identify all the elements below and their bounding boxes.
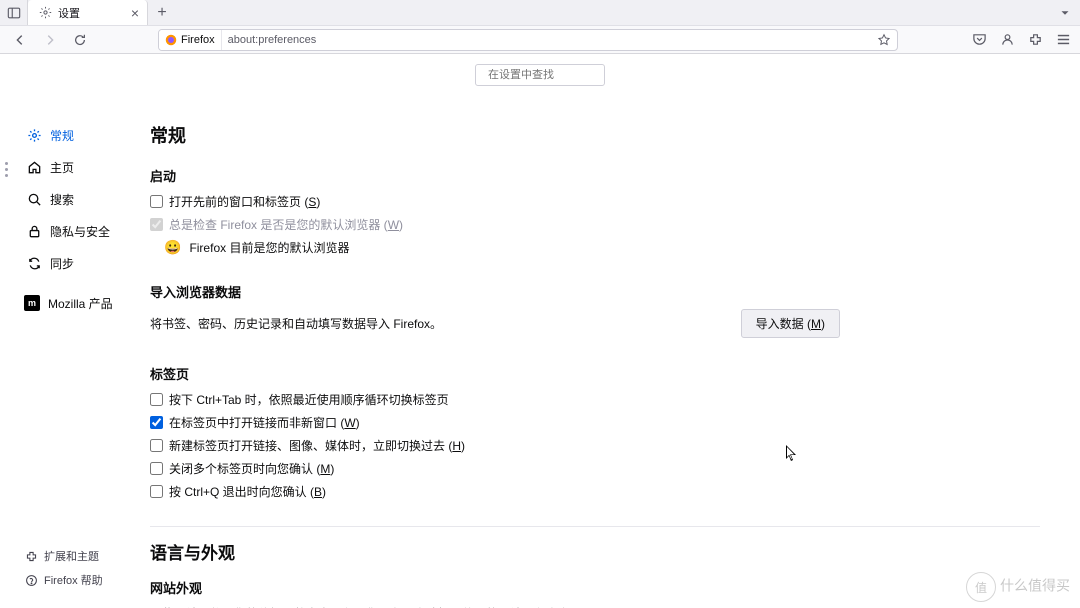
sidebar-item-privacy[interactable]: 隐私与安全 <box>24 218 150 244</box>
tab-bar: 设置 × + <box>0 0 1080 25</box>
preferences-content: 常规 启动 打开先前的窗口和标签页 (S) 总是检查 Firefox 是否是您的… <box>150 92 1080 608</box>
restore-session-checkbox[interactable]: 打开先前的窗口和标签页 (S) <box>150 193 1040 210</box>
list-tabs-button[interactable] <box>1058 6 1080 20</box>
account-icon[interactable] <box>998 31 1016 49</box>
tab-title: 设置 <box>58 5 80 21</box>
help-icon <box>24 573 38 587</box>
gear-icon <box>26 127 42 143</box>
preferences-viewport: 常规 主页 搜索 隐私与安全 <box>0 54 1080 608</box>
ctrl-tab-checkbox[interactable]: 按下 Ctrl+Tab 时，依照最近使用顺序循环切换标签页 <box>150 391 1040 408</box>
section-title: 导入浏览器数据 <box>150 282 1040 301</box>
sidebar-item-label: 常规 <box>50 127 74 144</box>
confirm-quit-checkbox[interactable]: 按 Ctrl+Q 退出时向您确认 (B) <box>150 483 1040 500</box>
sidebar-item-sync[interactable]: 同步 <box>24 250 150 276</box>
identity-label: Firefox <box>181 34 215 46</box>
switch-immediately-checkbox[interactable]: 新建标签页打开链接、图像、媒体时，立即切换过去 (H) <box>150 437 1040 454</box>
new-tab-button[interactable]: + <box>148 4 176 22</box>
section-heading: 语言与外观 <box>150 539 1040 564</box>
sidebar-item-label: 隐私与安全 <box>50 223 110 240</box>
sidebar-toggle-button[interactable] <box>0 0 28 25</box>
sidebar-item-home[interactable]: 主页 <box>24 154 150 180</box>
section-title: 启动 <box>150 166 1040 185</box>
lock-icon <box>26 223 42 239</box>
nav-toolbar: Firefox about:preferences <box>0 25 1080 53</box>
page-title: 常规 <box>150 122 1040 148</box>
sidebar-help-link[interactable]: Firefox 帮助 <box>24 572 103 588</box>
tab-settings[interactable]: 设置 × <box>28 0 148 25</box>
sidebar-item-label: Mozilla 产品 <box>48 295 113 312</box>
sidebar-item-search[interactable]: 搜索 <box>24 186 150 212</box>
home-icon <box>26 159 42 175</box>
app-menu-icon[interactable] <box>1054 31 1072 49</box>
section-title: 标签页 <box>150 364 1040 383</box>
smile-icon: 😀 <box>164 239 181 256</box>
default-browser-status: 😀 Firefox 目前是您的默认浏览器 <box>164 239 1040 256</box>
back-button[interactable] <box>8 28 32 52</box>
gear-icon <box>38 6 52 20</box>
sidebar-footer: 扩展和主题 Firefox 帮助 <box>24 548 103 588</box>
settings-search[interactable] <box>475 64 605 86</box>
sidebar-item-label: 主页 <box>50 159 74 176</box>
tabs-block: 标签页 按下 Ctrl+Tab 时，依照最近使用顺序循环切换标签页 在标签页中打… <box>150 364 1040 500</box>
import-block: 导入浏览器数据 将书签、密码、历史记录和自动填写数据导入 Firefox。 导入… <box>150 282 1040 338</box>
import-data-button[interactable]: 导入数据 (M) <box>741 309 840 338</box>
extensions-icon[interactable] <box>1026 31 1044 49</box>
puzzle-icon <box>24 549 38 563</box>
reload-button[interactable] <box>68 28 92 52</box>
close-tab-icon[interactable]: × <box>131 6 139 20</box>
sidebar-item-label: 同步 <box>50 255 74 272</box>
sidebar-item-general[interactable]: 常规 <box>24 122 150 148</box>
save-pocket-icon[interactable] <box>970 31 988 49</box>
appearance-block: 语言与外观 网站外观 某些网站可依照您的偏好调整自身配色。您可在下方选择要使用的… <box>150 539 1040 608</box>
url-bar[interactable]: Firefox about:preferences <box>158 29 898 51</box>
browser-chrome: 设置 × + Firefox about:preferences <box>0 0 1080 54</box>
open-in-tab-checkbox[interactable]: 在标签页中打开链接而非新窗口 (W) <box>150 414 1040 431</box>
section-title: 网站外观 <box>150 578 1040 597</box>
category-sidebar: 常规 主页 搜索 隐私与安全 <box>0 92 150 608</box>
forward-button[interactable] <box>38 28 62 52</box>
bookmark-star-icon[interactable] <box>877 33 897 47</box>
import-description: 将书签、密码、历史记录和自动填写数据导入 Firefox。 <box>150 315 442 332</box>
always-check-default-checkbox: 总是检查 Firefox 是否是您的默认浏览器 (W) <box>150 216 1040 233</box>
sync-icon <box>26 255 42 271</box>
settings-search-input[interactable] <box>488 69 630 81</box>
identity-box[interactable]: Firefox <box>159 30 222 50</box>
search-icon <box>26 191 42 207</box>
sidebar-extensions-link[interactable]: 扩展和主题 <box>24 548 103 564</box>
mozilla-icon: m <box>24 295 40 311</box>
confirm-close-checkbox[interactable]: 关闭多个标签页时向您确认 (M) <box>150 460 1040 477</box>
sidebar-item-label: 搜索 <box>50 191 74 208</box>
sidebar-item-mozilla[interactable]: m Mozilla 产品 <box>24 290 150 316</box>
url-text: about:preferences <box>222 34 323 46</box>
startup-block: 启动 打开先前的窗口和标签页 (S) 总是检查 Firefox 是否是您的默认浏… <box>150 166 1040 256</box>
